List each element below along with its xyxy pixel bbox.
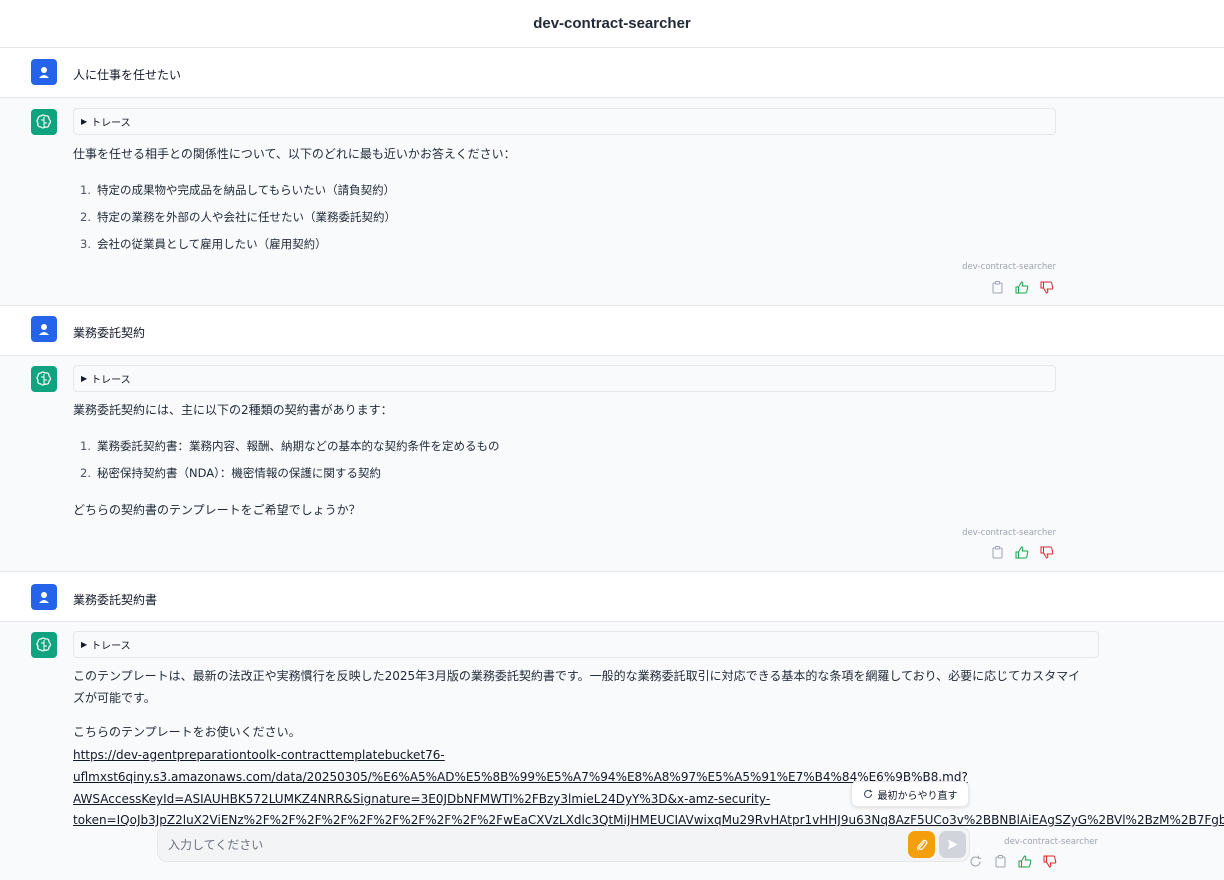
dislike-button[interactable] — [1038, 280, 1056, 294]
thumbs-up-icon — [1015, 545, 1029, 558]
bot-brain-icon — [36, 637, 52, 652]
copy-button[interactable] — [988, 280, 1006, 294]
header: dev-contract-searcher — [0, 0, 1224, 48]
bot-avatar — [31, 632, 57, 658]
list-item: 3. 会社の従業員として雇用したい（雇用契約） — [80, 237, 327, 251]
user-message-text: 人に仕事を任せたい — [73, 68, 182, 82]
bot-name-label: dev-contract-searcher — [962, 528, 1056, 538]
send-button[interactable] — [939, 831, 966, 858]
restart-button[interactable]: 最初からやり直す — [851, 781, 969, 807]
trace-toggle[interactable]: ▶ トレース — [73, 631, 1099, 658]
retry-icon — [970, 855, 981, 866]
send-icon — [948, 839, 958, 850]
options-list: 1. 特定の成果物や完成品を納品してもらいたい（請負契約） 2. 特定の業務を外部の… — [80, 181, 396, 262]
copy-icon — [992, 545, 1002, 558]
copy-button[interactable] — [991, 854, 1009, 868]
trace-toggle[interactable]: ▶ トレース — [73, 108, 1056, 135]
options-list: 1. 業務委託契約書：業務内容、報酬、納期などの基本的な契約条件を定めるもの 2.… — [80, 437, 500, 491]
thumbs-down-icon — [1040, 546, 1054, 559]
trace-label: トレース — [91, 641, 131, 652]
trace-toggle[interactable]: ▶ トレース — [73, 365, 1056, 392]
bot-avatar — [31, 366, 57, 392]
chat-input[interactable] — [168, 835, 868, 855]
refresh-icon — [863, 789, 873, 799]
bot-name-label: dev-contract-searcher — [962, 262, 1056, 272]
dislike-button[interactable] — [1041, 854, 1059, 868]
bot-brain-icon — [36, 371, 52, 386]
restart-label: 最初からやり直す — [877, 790, 958, 802]
page-title: dev-contract-searcher — [533, 15, 691, 32]
bot-name-label: dev-contract-searcher — [1004, 837, 1098, 847]
message-actions — [988, 545, 1056, 559]
bot-message: ▶ トレース 仕事を任せる相手との関係性について、以下のどれに最も近いかお答えく… — [0, 98, 1224, 306]
trace-label: トレース — [91, 118, 131, 129]
bot-message-text: このテンプレートは、最新の法改正や実務慣行を反映した2025年3月版の業務委託契… — [73, 669, 1081, 683]
thumbs-up-icon — [1018, 854, 1032, 867]
template-link-line[interactable]: uflmxst6qiny.s3.amazonaws.com/data/20250… — [73, 767, 968, 787]
like-button[interactable] — [1013, 280, 1031, 294]
copy-button[interactable] — [988, 545, 1006, 559]
thumbs-up-icon — [1015, 280, 1029, 293]
list-item: 2. 秘密保持契約書（NDA）：機密情報の保護に関する契約 — [80, 466, 381, 480]
bot-avatar — [31, 109, 57, 135]
user-icon — [39, 67, 49, 78]
thumbs-down-icon — [1043, 855, 1057, 868]
bot-question-text: どちらの契約書のテンプレートをご希望でしょうか？ — [73, 503, 361, 517]
copy-icon — [992, 280, 1002, 293]
user-avatar — [31, 59, 57, 85]
message-actions — [966, 854, 1059, 868]
triangle-right-icon: ▶ — [81, 640, 88, 649]
triangle-right-icon: ▶ — [81, 117, 88, 126]
template-link-line[interactable]: https://dev-agentpreparationtoolk-contra… — [73, 745, 445, 765]
user-message-text: 業務委託契約書 — [73, 593, 158, 607]
dislike-button[interactable] — [1038, 545, 1056, 559]
bot-instruction-text: こちらのテンプレートをお使いください。 — [73, 725, 301, 739]
thumbs-down-icon — [1040, 281, 1054, 294]
user-avatar — [31, 316, 57, 342]
user-icon — [39, 324, 49, 335]
bot-message-text-cont: ズが可能です。 — [73, 691, 156, 705]
list-item: 1. 業務委託契約書：業務内容、報酬、納期などの基本的な契約条件を定めるもの — [80, 439, 500, 453]
attach-button[interactable] — [908, 831, 935, 858]
list-item: 1. 特定の成果物や完成品を納品してもらいたい（請負契約） — [80, 183, 396, 197]
user-message-text: 業務委託契約 — [73, 326, 146, 340]
trace-label: トレース — [91, 375, 131, 386]
like-button[interactable] — [1013, 545, 1031, 559]
like-button[interactable] — [1016, 854, 1034, 868]
user-icon — [39, 592, 49, 603]
composer — [157, 826, 970, 862]
bot-message-text: 仕事を任せる相手との関係性について、以下のどれに最も近いかお答えください： — [73, 147, 516, 161]
list-item: 2. 特定の業務を外部の人や会社に任せたい（業務委託契約） — [80, 210, 396, 224]
paperclip-icon — [916, 839, 927, 851]
user-message: 人に仕事を任せたい — [0, 49, 1224, 98]
bot-message-text: 業務委託契約には、主に以下の2種類の契約書があります： — [73, 403, 393, 417]
user-avatar — [31, 584, 57, 610]
bot-message: ▶ トレース 業務委託契約には、主に以下の2種類の契約書があります： 1. 業務委… — [0, 356, 1224, 572]
copy-icon — [995, 854, 1005, 867]
bot-brain-icon — [36, 114, 52, 129]
user-message: 業務委託契約 — [0, 306, 1224, 356]
message-actions — [988, 280, 1056, 294]
user-message: 業務委託契約書 — [0, 572, 1224, 622]
template-link-line[interactable]: AWSAccessKeyId=ASIAUHBK572LUMKZ4NRR&Sign… — [73, 789, 770, 809]
triangle-right-icon: ▶ — [81, 374, 88, 383]
